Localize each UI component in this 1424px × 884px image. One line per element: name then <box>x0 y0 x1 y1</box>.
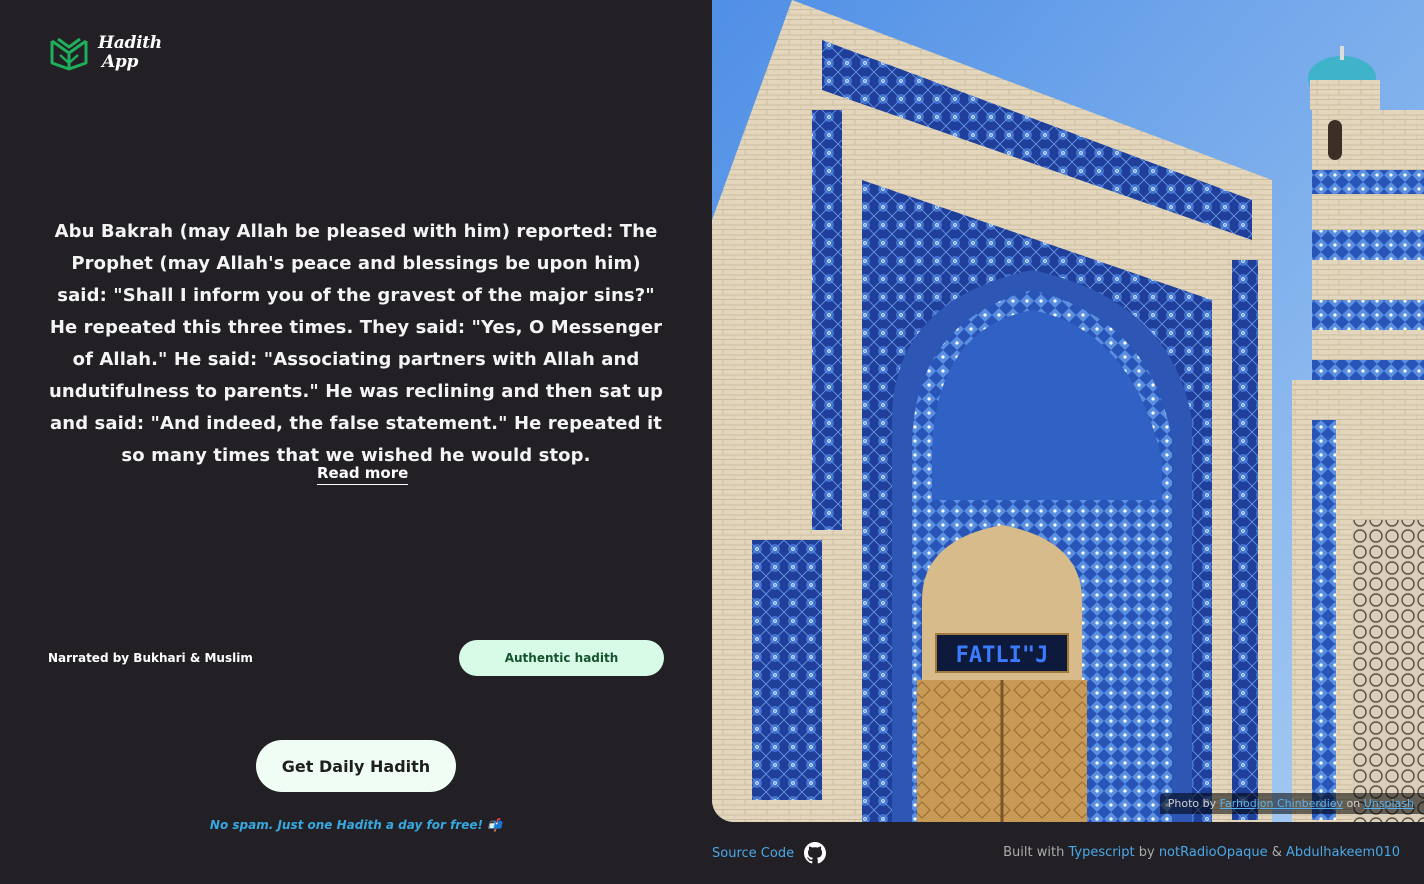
source-code-row: Source Code <box>712 842 827 864</box>
mosque-illustration: FATLI"J <box>712 0 1424 822</box>
mosque-photo: FATLI"J Photo by Farhodjon Chinberdiev o… <box>712 0 1424 822</box>
amp-label: & <box>1271 845 1282 860</box>
brand-name: Hadith App <box>98 34 162 72</box>
left-panel: Hadith App Abu Bakrah (may Allah be plea… <box>0 0 712 884</box>
get-daily-hadith-button[interactable]: Get Daily Hadith <box>256 740 456 792</box>
brand-logo[interactable]: Hadith App <box>50 34 162 72</box>
right-panel: FATLI"J Photo by Farhodjon Chinberdiev o… <box>712 0 1424 884</box>
authenticity-badge: Authentic hadith <box>459 640 664 676</box>
narrator-label: Narrated by Bukhari & Muslim <box>48 651 253 665</box>
built-with-label: Built with <box>1003 845 1065 860</box>
typescript-link[interactable]: Typescript <box>1068 845 1134 860</box>
brand-line1: Hadith <box>98 33 162 53</box>
author1-link[interactable]: notRadioOpaque <box>1159 845 1268 860</box>
read-more-link[interactable]: Read more <box>317 464 409 485</box>
by-label: by <box>1138 845 1155 860</box>
unsplash-link[interactable]: Unsplash <box>1364 797 1414 810</box>
mosque-sign: FATLI"J <box>956 643 1049 668</box>
source-code-link[interactable]: Source Code <box>712 846 794 861</box>
built-with-credit: Built with Typescript by notRadioOpaque … <box>1003 845 1400 860</box>
book-logo-icon <box>50 37 88 71</box>
brand-line2: App <box>102 52 139 72</box>
hadith-text: Abu Bakrah (may Allah be pleased with hi… <box>48 221 664 466</box>
author2-link[interactable]: Abdulhakeem010 <box>1286 845 1400 860</box>
photo-credit: Photo by Farhodjon Chinberdiev on Unspla… <box>1159 793 1424 814</box>
credit-prefix: Photo by <box>1167 797 1217 810</box>
credit-on: on <box>1346 797 1361 810</box>
no-spam-note: No spam. Just one Hadith a day for free!… <box>209 818 503 832</box>
github-icon[interactable] <box>804 842 827 864</box>
photo-author-link[interactable]: Farhodjon Chinberdiev <box>1220 797 1343 810</box>
